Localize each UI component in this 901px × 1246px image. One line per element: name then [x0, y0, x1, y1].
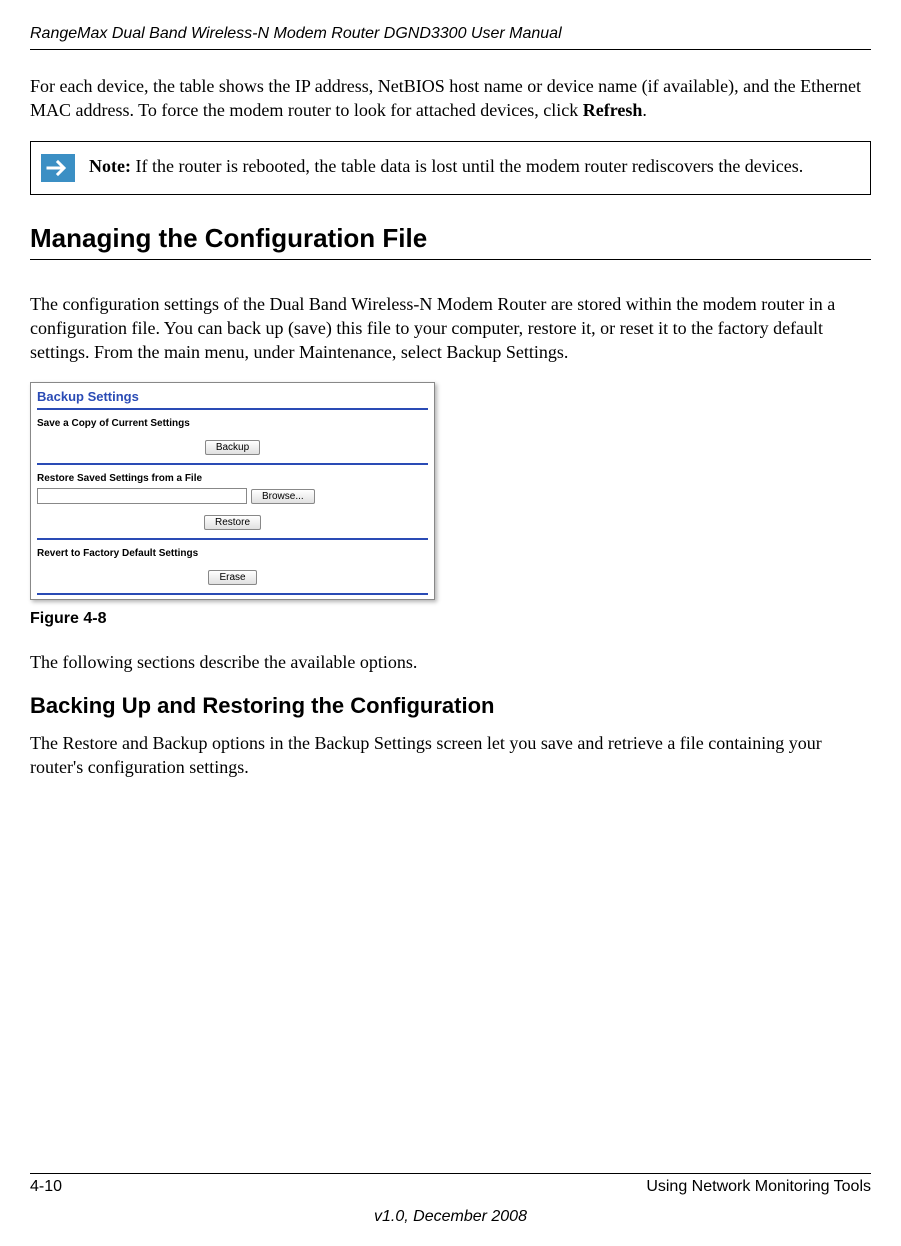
footer-line: 4-10 Using Network Monitoring Tools: [30, 1173, 871, 1196]
config-paragraph: The configuration settings of the Dual B…: [30, 292, 871, 365]
footer-section: Using Network Monitoring Tools: [646, 1178, 871, 1196]
arrow-right-icon: [41, 154, 75, 182]
ss-save-copy-label: Save a Copy of Current Settings: [31, 410, 434, 433]
options-paragraph: The following sections describe the avai…: [30, 650, 871, 674]
backup-button-row: Backup: [31, 433, 434, 463]
erase-button-row: Erase: [31, 563, 434, 593]
page-number: 4-10: [30, 1178, 62, 1196]
ss-revert-label: Revert to Factory Default Settings: [31, 540, 434, 563]
intro-period: .: [642, 100, 647, 120]
heading-backing-up: Backing Up and Restoring the Configurati…: [30, 693, 871, 719]
page-header: RangeMax Dual Band Wireless-N Modem Rout…: [30, 25, 871, 50]
intro-paragraph: For each device, the table shows the IP …: [30, 74, 871, 123]
figure-caption: Figure 4-8: [30, 610, 871, 628]
heading-managing-config: Managing the Configuration File: [30, 223, 871, 260]
screenshot-title: Backup Settings: [31, 383, 434, 408]
note-callout: Note: If the router is rebooted, the tab…: [30, 141, 871, 195]
note-body: If the router is rebooted, the table dat…: [131, 156, 803, 176]
browse-button[interactable]: Browse...: [251, 489, 315, 504]
restore-file-input[interactable]: [37, 488, 247, 504]
backup-button[interactable]: Backup: [205, 440, 260, 455]
ss-restore-label: Restore Saved Settings from a File: [31, 465, 434, 488]
restore-input-row: Browse...: [31, 488, 434, 508]
intro-text: For each device, the table shows the IP …: [30, 76, 861, 120]
backup-settings-screenshot: Backup Settings Save a Copy of Current S…: [30, 382, 435, 600]
divider: [37, 593, 428, 595]
erase-button[interactable]: Erase: [208, 570, 256, 585]
backup-restore-paragraph: The Restore and Backup options in the Ba…: [30, 731, 871, 780]
refresh-bold: Refresh: [583, 100, 643, 120]
restore-button[interactable]: Restore: [204, 515, 261, 530]
note-text: Note: If the router is rebooted, the tab…: [89, 154, 803, 178]
note-label: Note:: [89, 156, 131, 176]
page-footer: 4-10 Using Network Monitoring Tools v1.0…: [30, 1173, 871, 1226]
restore-button-row: Restore: [31, 508, 434, 538]
footer-version: v1.0, December 2008: [30, 1208, 871, 1226]
